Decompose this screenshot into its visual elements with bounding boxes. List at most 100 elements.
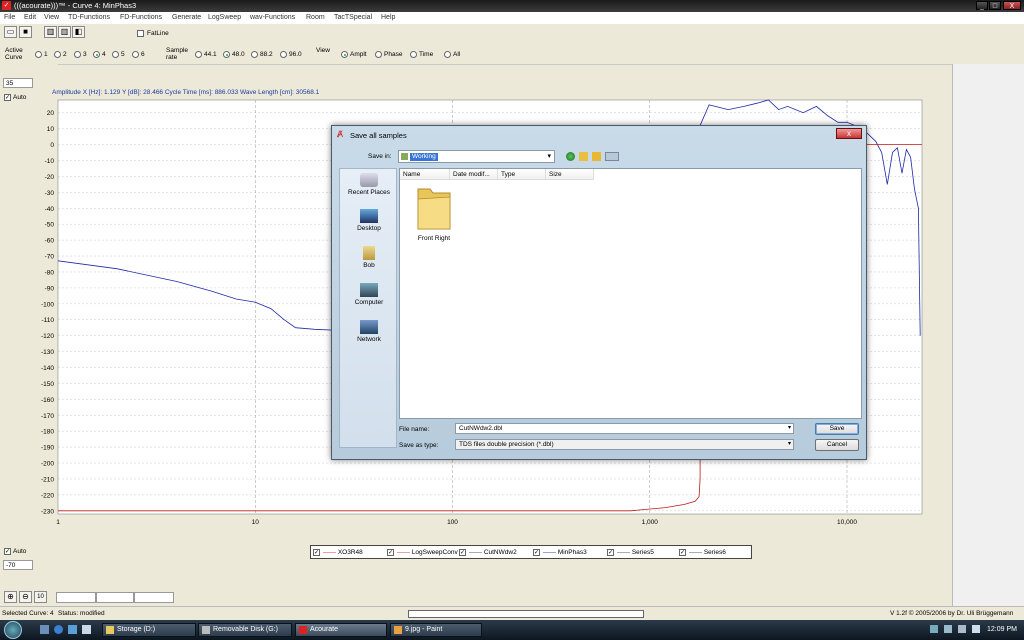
menu-room[interactable]: Room <box>306 14 325 21</box>
acourate-icon: Ⱥ <box>337 129 344 139</box>
place-computer[interactable]: Computer <box>340 283 398 306</box>
x-tick-labels: 1 10 100 1,000 10,000 <box>56 519 857 526</box>
view-radio-amplt[interactable] <box>341 51 348 58</box>
place-recent[interactable]: Recent Places <box>340 173 398 196</box>
menu-edit[interactable]: Edit <box>24 14 36 21</box>
rate-radio-88[interactable] <box>251 51 258 58</box>
legend-check-4[interactable]: ✓ <box>533 549 540 556</box>
tray-icon-2[interactable] <box>944 625 952 633</box>
delete-curve-icon[interactable]: ▥ <box>44 26 57 38</box>
column-name[interactable]: Name <box>400 169 450 180</box>
menu-view[interactable]: View <box>44 14 59 21</box>
menu-td-functions[interactable]: TD-Functions <box>68 14 110 21</box>
zoom-field-1[interactable] <box>56 592 96 603</box>
menu-wav-functions[interactable]: wav-Functions <box>250 14 295 21</box>
app-icon[interactable]: ✓ <box>2 1 11 10</box>
zoom-field-2[interactable] <box>96 592 134 603</box>
menu-help[interactable]: Help <box>381 14 395 21</box>
chevron-down-icon: ▾ <box>547 153 551 160</box>
selected-curve-status: Selected Curve: 4 <box>2 610 54 617</box>
curve-radio-1[interactable] <box>35 51 42 58</box>
new-folder-icon[interactable] <box>592 152 601 161</box>
open-folder-icon[interactable]: ▭ <box>4 26 17 38</box>
legend-check-3[interactable]: ✓ <box>459 549 466 556</box>
rate-radio-96[interactable] <box>280 51 287 58</box>
save-button[interactable]: Save <box>815 423 859 435</box>
x-tick-label: 10 <box>252 519 260 526</box>
view-radio-all[interactable] <box>444 51 451 58</box>
cancel-button[interactable]: Cancel <box>815 439 859 451</box>
up-folder-icon[interactable] <box>579 152 588 161</box>
auto-bottom-label: Auto <box>13 548 27 555</box>
fatline-checkbox[interactable] <box>137 30 144 37</box>
zoom-in-icon[interactable]: ⊕ <box>4 591 17 603</box>
curve-radio-6[interactable] <box>132 51 139 58</box>
minimize-button[interactable]: _ <box>976 1 988 10</box>
rate-label-48: 48.0 <box>232 51 245 58</box>
view-radio-time[interactable] <box>410 51 417 58</box>
auto-bottom-checkbox[interactable]: ✓ <box>4 548 11 555</box>
view-radio-phase[interactable] <box>375 51 382 58</box>
task-removable-disk[interactable]: Removable Disk (G:) <box>198 623 292 637</box>
menu-file[interactable]: File <box>4 14 15 21</box>
curve-radio-4[interactable] <box>93 51 100 58</box>
zoom-field-3[interactable] <box>134 592 174 603</box>
curve-radio-3[interactable] <box>74 51 81 58</box>
zoom-10-button[interactable]: 10 <box>34 591 47 603</box>
legend-check-6[interactable]: ✓ <box>679 549 686 556</box>
show-desktop-icon[interactable] <box>40 625 49 634</box>
column-size[interactable]: Size <box>546 169 594 180</box>
dialog-close-button[interactable]: x <box>836 128 862 139</box>
back-icon[interactable] <box>566 152 575 161</box>
tray-icon-1[interactable] <box>930 625 938 633</box>
column-date-modified[interactable]: Date modif... <box>450 169 498 180</box>
legend-item-1: —— XO3R48 <box>323 549 363 556</box>
rate-label-44: 44.1 <box>204 51 217 58</box>
rate-radio-48[interactable] <box>223 51 230 58</box>
folder-icon <box>106 626 114 634</box>
curve-radio-5[interactable] <box>112 51 119 58</box>
save-in-dropdown[interactable]: Working ▾ <box>398 150 555 163</box>
menu-fd-functions[interactable]: FD-Functions <box>120 14 162 21</box>
views-menu-icon[interactable] <box>605 152 619 161</box>
place-bob[interactable]: Bob <box>340 246 398 269</box>
y-min-input[interactable]: -70 <box>3 560 33 570</box>
eraser-icon[interactable]: ◧ <box>72 26 85 38</box>
save-icon[interactable]: ■ <box>19 26 32 38</box>
task-acourate[interactable]: Acourate <box>295 623 387 637</box>
menu-logsweep[interactable]: LogSweep <box>208 14 241 21</box>
column-type[interactable]: Type <box>498 169 546 180</box>
legend-check-5[interactable]: ✓ <box>607 549 614 556</box>
place-network[interactable]: Network <box>340 320 398 343</box>
network-tray-icon[interactable] <box>958 625 966 633</box>
volume-tray-icon[interactable] <box>972 625 980 633</box>
curve-radio-2[interactable] <box>54 51 61 58</box>
zoom-out-icon[interactable]: ⊖ <box>19 591 32 603</box>
media-icon[interactable] <box>82 625 91 634</box>
task-storage[interactable]: Storage (D:) <box>102 623 196 637</box>
legend-check-1[interactable]: ✓ <box>313 549 320 556</box>
file-name-input[interactable]: CutNWdw2.dbl ▾ <box>455 423 794 434</box>
legend-check-2[interactable]: ✓ <box>387 549 394 556</box>
sample-rate-label: Sample rate <box>166 47 189 61</box>
place-desktop[interactable]: Desktop <box>340 209 398 232</box>
acourate-icon <box>299 626 307 634</box>
y-tick-labels: 20 10 0 -10 -20 -30 -40 -50 -60 -70 -80 -90 -100 -110… <box>41 110 54 515</box>
switch-windows-icon[interactable] <box>68 625 77 634</box>
file-list[interactable]: Name Date modif... Type Size Front Right <box>399 168 862 419</box>
maximize-button[interactable]: □ <box>989 1 1001 10</box>
place-bob-label: Bob <box>363 262 375 269</box>
start-button-icon[interactable] <box>4 621 22 639</box>
rate-radio-44[interactable] <box>195 51 202 58</box>
save-type-select[interactable]: TDS files double precision (*.dbl) ▾ <box>455 439 794 450</box>
clock[interactable]: 12:09 PM <box>987 626 1017 633</box>
close-button[interactable]: X <box>1003 1 1021 10</box>
window-title: (((acourate)))™ - Curve 4: MinPhas3 <box>14 1 137 10</box>
delete-all-icon[interactable]: ▥ <box>58 26 71 38</box>
file-name-label: File name: <box>399 426 430 433</box>
menu-tactspecial[interactable]: TacTSpecial <box>334 14 372 21</box>
task-paint[interactable]: 9.jpg - Paint <box>390 623 482 637</box>
internet-explorer-icon[interactable] <box>54 625 63 634</box>
menu-generate[interactable]: Generate <box>172 14 201 21</box>
folder-item[interactable]: Front Right <box>408 183 460 242</box>
